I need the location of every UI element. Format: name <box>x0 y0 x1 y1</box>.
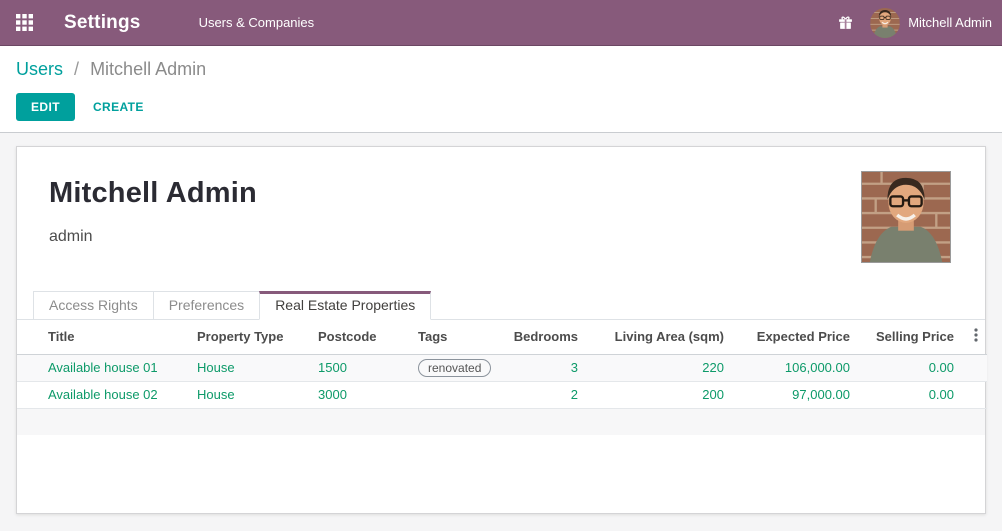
tab-access-rights[interactable]: Access Rights <box>33 291 154 319</box>
cell-tags[interactable]: renovated <box>402 354 508 381</box>
table-header-row: Title Property Type Postcode Tags Bedroo… <box>17 320 987 354</box>
breadcrumb-users-link[interactable]: Users <box>16 59 63 79</box>
user-photo[interactable] <box>861 171 951 263</box>
cell-bedrooms[interactable]: 3 <box>508 354 588 381</box>
cell-selling-price[interactable]: 0.00 <box>860 354 964 381</box>
app-name[interactable]: Settings <box>64 12 141 34</box>
column-living-area[interactable]: Living Area (sqm) <box>588 320 734 354</box>
cell-tags[interactable] <box>402 381 508 408</box>
cell-bedrooms[interactable]: 2 <box>508 381 588 408</box>
notebook-tabs: Access Rights Preferences Real Estate Pr… <box>17 291 985 320</box>
button-row: EDIT CREATE <box>16 93 986 121</box>
cell-selling-price[interactable]: 0.00 <box>860 381 964 408</box>
tab-real-estate-properties[interactable]: Real Estate Properties <box>259 291 431 320</box>
table-row[interactable]: Available house 02 House 3000 2 200 97,0… <box>17 381 987 408</box>
sheet-header: Mitchell Admin admin <box>17 147 985 246</box>
tag-badge: renovated <box>418 359 491 377</box>
properties-table: Title Property Type Postcode Tags Bedroo… <box>17 320 987 409</box>
top-navbar: Settings Users & Companies <box>0 0 1002 46</box>
column-property-type[interactable]: Property Type <box>181 320 302 354</box>
sheet-bottom-filler <box>17 435 985 514</box>
column-title[interactable]: Title <box>17 320 181 354</box>
gift-icon[interactable] <box>838 15 854 31</box>
apps-grid-icon[interactable] <box>16 12 38 34</box>
tab-preferences[interactable]: Preferences <box>153 291 260 319</box>
table-row[interactable]: Available house 01 House 1500 renovated … <box>17 354 987 381</box>
edit-button[interactable]: EDIT <box>16 93 75 121</box>
breadcrumb-current: Mitchell Admin <box>90 59 206 79</box>
column-tags[interactable]: Tags <box>402 320 508 354</box>
cell-postcode[interactable]: 1500 <box>302 354 402 381</box>
empty-row-stripe <box>17 409 985 435</box>
cell-property-type[interactable]: House <box>181 381 302 408</box>
column-selling-price[interactable]: Selling Price <box>860 320 964 354</box>
kebab-vertical-dots-icon <box>974 330 978 345</box>
record-title: Mitchell Admin <box>49 177 953 210</box>
column-postcode[interactable]: Postcode <box>302 320 402 354</box>
cell-title[interactable]: Available house 01 <box>17 354 181 381</box>
create-button[interactable]: CREATE <box>93 100 144 114</box>
cell-options <box>964 381 987 408</box>
user-avatar[interactable] <box>870 8 900 38</box>
breadcrumb-separator: / <box>74 59 79 79</box>
cell-title[interactable]: Available house 02 <box>17 381 181 408</box>
cell-postcode[interactable]: 3000 <box>302 381 402 408</box>
cell-living-area[interactable]: 220 <box>588 354 734 381</box>
cell-living-area[interactable]: 200 <box>588 381 734 408</box>
user-menu[interactable]: Mitchell Admin <box>908 15 992 30</box>
cell-property-type[interactable]: House <box>181 354 302 381</box>
content-area: Mitchell Admin admin <box>0 146 1002 531</box>
control-panel: Users / Mitchell Admin EDIT CREATE Actio… <box>0 46 1002 133</box>
record-login: admin <box>49 228 953 246</box>
optional-columns-button[interactable] <box>964 320 987 354</box>
form-sheet: Mitchell Admin admin <box>16 146 986 514</box>
cell-expected-price[interactable]: 97,000.00 <box>734 381 860 408</box>
breadcrumb: Users / Mitchell Admin <box>16 56 986 82</box>
cell-options <box>964 354 987 381</box>
cell-expected-price[interactable]: 106,000.00 <box>734 354 860 381</box>
nav-menu-users-companies[interactable]: Users & Companies <box>199 15 315 30</box>
column-expected-price[interactable]: Expected Price <box>734 320 860 354</box>
column-bedrooms[interactable]: Bedrooms <box>508 320 588 354</box>
